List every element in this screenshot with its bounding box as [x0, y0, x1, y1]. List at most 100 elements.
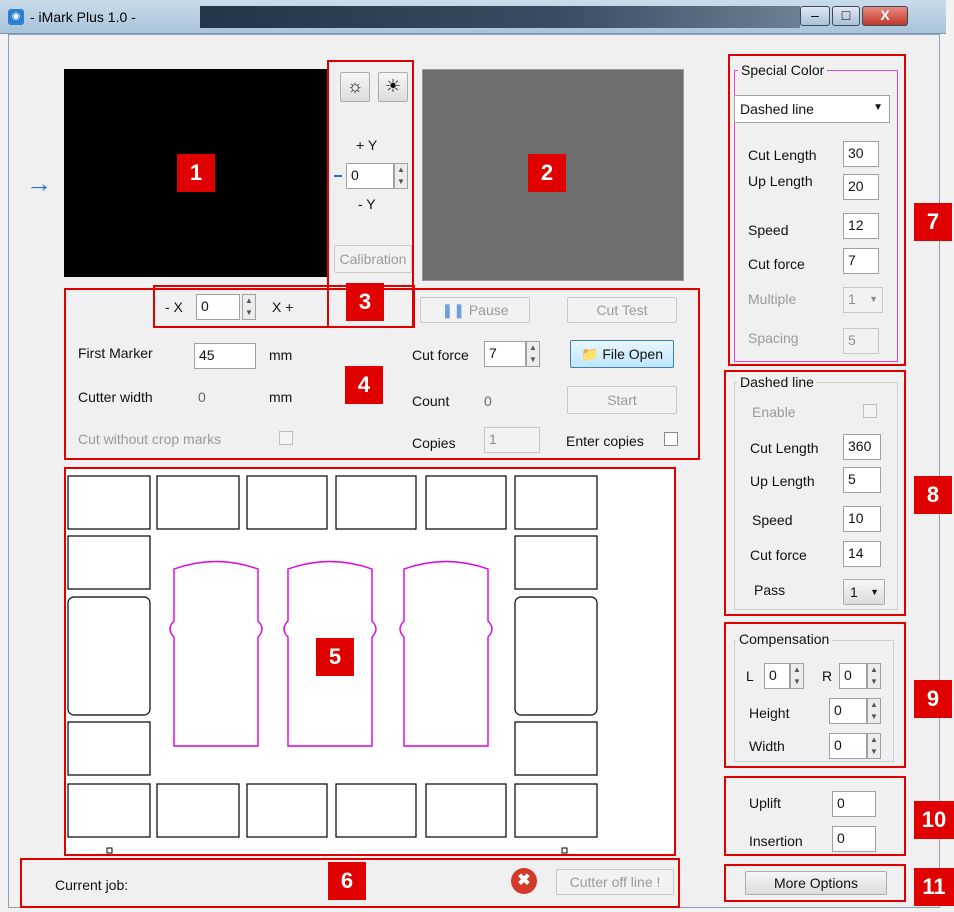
cell-left-3: [67, 596, 151, 716]
plus-y-label: + Y: [356, 137, 378, 153]
cutforce-label: Cut force: [412, 347, 469, 363]
sc-cut-length-input[interactable]: 30: [843, 141, 879, 167]
maximize-button[interactable]: □: [832, 6, 860, 26]
comp-width-spinner[interactable]: ▲ ▼: [867, 733, 881, 759]
sc-up-length-input[interactable]: 20: [843, 174, 879, 200]
title-bar-background: [200, 6, 800, 28]
sc-multiple-select[interactable]: 1 ▼: [843, 287, 883, 313]
cell-left-4: [67, 721, 151, 776]
uplift-input[interactable]: 0: [832, 791, 876, 817]
tag-4: 4: [345, 366, 383, 404]
tag-2: 2: [528, 154, 566, 192]
dl-cutforce-input[interactable]: 14: [843, 541, 881, 567]
dl-up-length-label: Up Length: [750, 473, 815, 489]
first-marker-label: First Marker: [78, 345, 153, 361]
start-button[interactable]: Start: [567, 386, 677, 414]
registration-mark-left: [106, 847, 113, 854]
sc-cut-length-label: Cut Length: [748, 147, 817, 163]
comp-height-spinner[interactable]: ▲ ▼: [867, 698, 881, 724]
enter-copies-label: Enter copies: [566, 433, 644, 449]
sc-multiple-label: Multiple: [748, 291, 797, 307]
insertion-label: Insertion: [749, 833, 803, 849]
more-options-button[interactable]: More Options: [745, 871, 887, 895]
comp-width-label: Width: [749, 738, 785, 754]
comp-height-input[interactable]: 0: [829, 698, 867, 724]
comp-l-spinner[interactable]: ▲ ▼: [790, 663, 804, 689]
copies-label: Copies: [412, 435, 456, 451]
cut-shape-1: [169, 560, 263, 747]
cut-test-button[interactable]: Cut Test: [567, 297, 677, 323]
dl-pass-label: Pass: [754, 582, 786, 598]
special-color-mode-value: Dashed line: [740, 101, 814, 117]
comp-r-spinner[interactable]: ▲ ▼: [867, 663, 881, 689]
sc-multiple-value: 1: [848, 291, 856, 307]
dl-enable-label: Enable: [752, 404, 796, 420]
sc-cutforce-label: Cut force: [748, 256, 805, 272]
cut-without-crop-marks-checkbox[interactable]: [279, 431, 293, 445]
count-label: Count: [412, 393, 450, 409]
cell-right-4: [514, 721, 598, 776]
cut-without-crop-marks-label: Cut without crop marks: [78, 431, 222, 447]
cell-top-1: [67, 475, 151, 530]
sc-speed-input[interactable]: 12: [843, 213, 879, 239]
first-marker-input[interactable]: 45: [194, 343, 256, 369]
error-icon: ✖: [511, 868, 537, 894]
sc-up-length-label: Up Length: [748, 173, 813, 189]
marker-arrow-icon: →: [26, 168, 52, 198]
registration-mark-right: [561, 847, 568, 854]
cut-shape-3: [399, 560, 493, 747]
comp-l-input[interactable]: 0: [764, 663, 790, 689]
special-color-title: Special Color: [738, 62, 828, 78]
tag-10: 10: [914, 801, 954, 839]
tag-6: 6: [328, 862, 366, 900]
window-title: - iMark Plus 1.0 -: [30, 9, 136, 25]
dl-speed-label: Speed: [752, 512, 793, 528]
insertion-input[interactable]: 0: [832, 826, 876, 852]
brightness-low-icon[interactable]: ☼: [340, 72, 370, 102]
pause-label: Pause: [468, 302, 509, 318]
sc-spacing-label: Spacing: [748, 330, 799, 346]
cutforce-input[interactable]: 7: [484, 341, 526, 367]
cell-top-5: [425, 475, 507, 530]
tag-5: 5: [316, 638, 354, 676]
dl-cut-length-input[interactable]: 360: [843, 434, 881, 460]
uplift-label: Uplift: [749, 795, 781, 811]
chevron-down-icon: ▼: [873, 102, 883, 113]
comp-l-label: L: [746, 668, 754, 684]
pause-button[interactable]: ❚❚ Pause: [420, 297, 530, 323]
dl-pass-select[interactable]: 1 ▼: [843, 579, 885, 605]
app-icon: ◉: [8, 9, 24, 25]
close-button[interactable]: X: [862, 6, 908, 26]
cell-top-4: [335, 475, 417, 530]
cell-bottom-5: [425, 783, 507, 838]
file-open-button[interactable]: 📁 File Open: [570, 340, 674, 368]
cell-left-2: [67, 535, 151, 590]
dl-enable-checkbox[interactable]: [863, 404, 877, 418]
compensation-title: Compensation: [736, 631, 833, 647]
copies-input[interactable]: 1: [484, 427, 540, 453]
sc-cutforce-input[interactable]: 7: [843, 248, 879, 274]
cell-top-6: [514, 475, 598, 530]
enter-copies-checkbox[interactable]: [664, 432, 678, 446]
dl-up-length-input[interactable]: 5: [843, 467, 881, 493]
cutter-status-button[interactable]: Cutter off line !: [556, 869, 674, 895]
current-job-label: Current job:: [55, 877, 129, 893]
cutforce-spinner[interactable]: ▲ ▼: [526, 341, 540, 367]
file-open-label: File Open: [602, 346, 664, 362]
dl-pass-value: 1: [850, 584, 858, 600]
dl-speed-input[interactable]: 10: [843, 506, 881, 532]
comp-width-input[interactable]: 0: [829, 733, 867, 759]
y-offset-input[interactable]: 0: [346, 163, 394, 189]
sc-speed-label: Speed: [748, 222, 789, 238]
minimize-button[interactable]: –: [800, 6, 830, 26]
cell-bottom-4: [335, 783, 417, 838]
cell-top-3: [246, 475, 328, 530]
sc-spacing-input[interactable]: 5: [843, 328, 879, 354]
special-color-mode-select[interactable]: Dashed line ▼: [734, 95, 890, 123]
y-offset-spinner[interactable]: ▲ ▼: [394, 163, 408, 189]
pause-icon: ❚❚: [441, 302, 465, 318]
cell-bottom-6: [514, 783, 598, 838]
calibration-button[interactable]: Calibration: [334, 245, 412, 273]
comp-r-input[interactable]: 0: [839, 663, 867, 689]
brightness-high-icon[interactable]: ☀: [378, 72, 408, 102]
